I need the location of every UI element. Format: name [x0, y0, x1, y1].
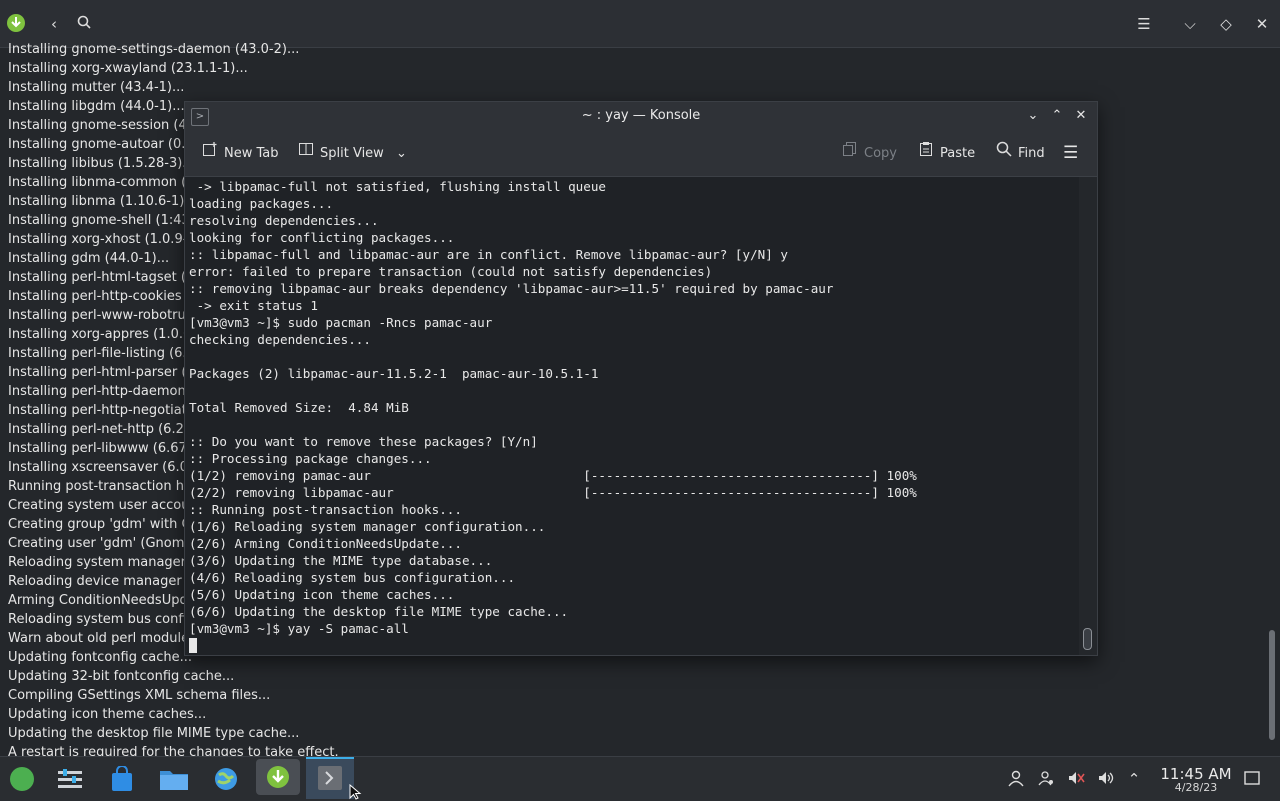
search-icon — [995, 141, 1013, 166]
konsole-window: > ~ : yay — Konsole ⌄ ⌃ ✕ New Tab Split … — [184, 101, 1098, 656]
log-line: Updating icon theme caches... — [8, 707, 207, 722]
web-browser-icon[interactable] — [210, 763, 242, 795]
split-view-button[interactable]: Split View ⌄ — [297, 141, 407, 165]
taskbar: ⌃ — [0, 756, 1280, 801]
new-tab-icon — [201, 141, 219, 166]
mouse-pointer-icon — [349, 784, 362, 800]
terminal-line: (2/6) Arming ConditionNeedsUpdate... — [189, 536, 462, 551]
log-line: Updating the desktop file MIME type cach… — [8, 726, 300, 741]
log-line: Installing mutter (43.4-1)... — [8, 80, 185, 95]
log-line: Installing xorg-xwayland (23.1.1-1)... — [8, 61, 248, 76]
terminal-line: -> libpamac-full not satisfied, flushing… — [189, 179, 607, 194]
terminal-cursor-line — [189, 637, 917, 654]
discover-app-icon — [4, 12, 28, 36]
copy-button[interactable]: Copy — [841, 141, 897, 165]
terminal-line: (6/6) Updating the desktop file MIME typ… — [189, 604, 569, 619]
terminal-scrollbar[interactable] — [1079, 177, 1097, 655]
minimize-icon[interactable]: ⌵ — [1178, 12, 1202, 36]
terminal-line: Total Removed Size: 4.84 MiB — [189, 400, 409, 415]
store-icon[interactable] — [106, 763, 138, 795]
back-icon[interactable]: ‹ — [42, 12, 66, 36]
terminal-line: (2/2) removing libpamac-aur [-----------… — [189, 485, 917, 500]
chevron-up-icon[interactable]: ⌃ — [1124, 769, 1144, 789]
terminal-line: (4/6) Reloading system bus configuration… — [189, 570, 516, 585]
minimize-icon[interactable]: ⌄ — [1023, 106, 1043, 126]
konsole-titlebar[interactable]: > ~ : yay — Konsole ⌄ ⌃ ✕ — [185, 102, 1097, 130]
terminal-line: :: Processing package changes... — [189, 451, 432, 466]
konsole-toolbar: New Tab Split View ⌄ Copy Paste Find ☰ — [185, 130, 1097, 177]
copy-icon — [841, 141, 859, 166]
find-button[interactable]: Find — [995, 141, 1045, 165]
close-icon[interactable]: ✕ — [1250, 12, 1274, 36]
terminal-line: checking dependencies... — [189, 332, 371, 347]
file-manager-icon[interactable] — [158, 763, 190, 795]
taskbar-discover[interactable] — [256, 759, 300, 795]
show-desktop-icon[interactable] — [1242, 769, 1262, 789]
user-icon[interactable] — [1006, 769, 1026, 789]
log-line: Compiling GSettings XML schema files... — [8, 688, 271, 703]
log-line: A restart is required for the changes to… — [8, 745, 339, 756]
terminal-line: :: Do you want to remove these packages?… — [189, 434, 538, 449]
network-user-icon[interactable] — [1036, 769, 1056, 789]
terminal-line: resolving dependencies... — [189, 213, 379, 228]
app-launcher-icon[interactable] — [6, 763, 38, 795]
terminal-line: :: Running post-transaction hooks... — [189, 502, 462, 517]
maximize-icon[interactable]: ◇ — [1214, 12, 1238, 36]
terminal-line: [vm3@vm3 ~]$ sudo pacman -Rncs pamac-aur — [189, 315, 493, 330]
chevron-down-icon[interactable]: ⌄ — [396, 146, 407, 161]
terminal-line: error: failed to prepare transaction (co… — [189, 264, 713, 279]
terminal-line: :: removing libpamac-aur breaks dependen… — [189, 281, 834, 296]
terminal-line: (1/2) removing pamac-aur [--------------… — [189, 468, 917, 483]
terminal-cursor — [189, 638, 197, 653]
terminal-line: loading packages... — [189, 196, 334, 211]
paste-icon — [917, 141, 935, 166]
terminal-line: -> exit status 1 — [189, 298, 318, 313]
log-line: Installing gnome-settings-daemon (43.0-2… — [8, 42, 300, 57]
system-settings-icon[interactable] — [54, 763, 86, 795]
terminal-line: (5/6) Updating icon theme caches... — [189, 587, 455, 602]
terminal-line: (3/6) Updating the MIME type database... — [189, 553, 493, 568]
clock-date[interactable]: 4/28/23 — [1148, 781, 1244, 794]
terminal-line: (1/6) Reloading system manager configura… — [189, 519, 546, 534]
terminal-view[interactable]: -> libpamac-full not satisfied, flushing… — [185, 177, 1079, 655]
log-line: Updating 32-bit fontconfig cache... — [8, 669, 235, 684]
audio-muted-icon[interactable] — [1066, 769, 1086, 789]
new-tab-button[interactable]: New Tab — [201, 141, 279, 165]
hamburger-menu-icon[interactable]: ☰ — [1132, 12, 1156, 36]
hamburger-menu-icon[interactable]: ☰ — [1063, 141, 1078, 165]
window-title: ~ : yay — Konsole — [581, 108, 701, 123]
terminal-line: [vm3@vm3 ~]$ yay -S pamac-all — [189, 621, 409, 636]
paste-button[interactable]: Paste — [917, 141, 975, 165]
split-view-icon — [297, 141, 315, 166]
log-scrollbar[interactable] — [1268, 48, 1276, 748]
volume-icon[interactable] — [1096, 769, 1116, 789]
terminal-line: Packages (2) libpamac-aur-11.5.2-1 pamac… — [189, 366, 599, 381]
maximize-icon[interactable]: ⌃ — [1047, 106, 1067, 126]
search-icon[interactable] — [72, 12, 96, 36]
taskbar-konsole[interactable] — [306, 757, 354, 799]
close-icon[interactable]: ✕ — [1071, 106, 1091, 126]
terminal-line: :: libpamac-full and libpamac-aur are in… — [189, 247, 788, 262]
terminal-output: -> libpamac-full not satisfied, flushing… — [189, 178, 917, 654]
terminal-line: looking for conflicting packages... — [189, 230, 455, 245]
